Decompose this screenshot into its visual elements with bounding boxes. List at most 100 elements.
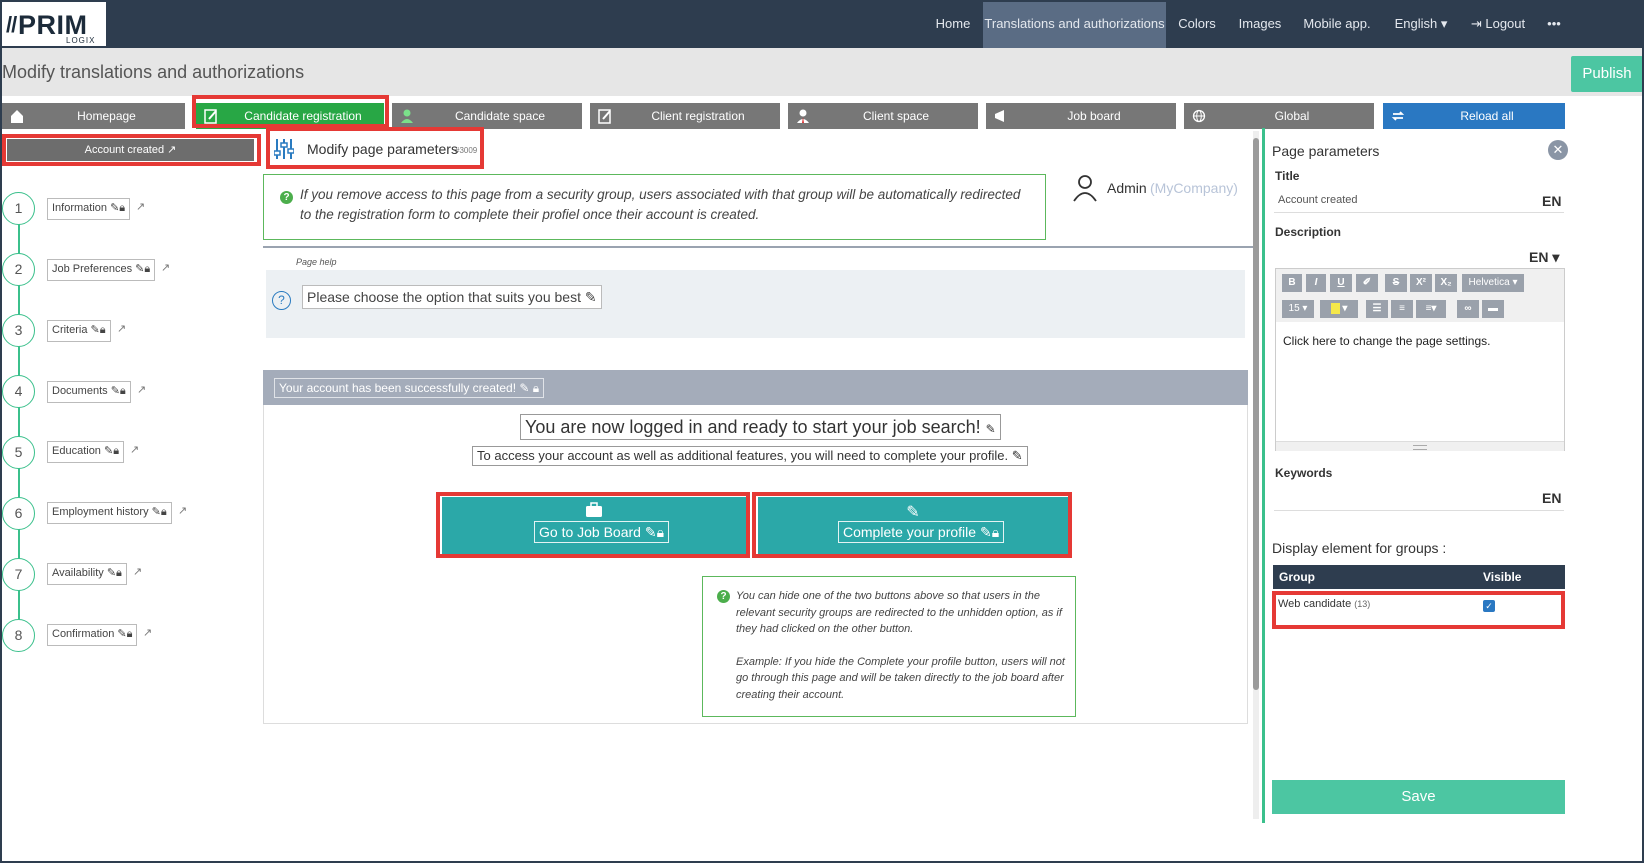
tab-label: Job board (1067, 109, 1121, 123)
tab-label: Homepage (77, 109, 136, 123)
pencil-large-icon: ✎ (906, 504, 920, 521)
nav-colors[interactable]: Colors (1166, 0, 1228, 48)
hide-note-2: Example: If you hide the Complete your p… (736, 655, 1065, 701)
tab-job-board[interactable]: Job board (986, 103, 1176, 129)
lock-icon[interactable]: 🔒︎ (992, 524, 999, 540)
account-created-label: Account created (84, 144, 165, 156)
step-item[interactable]: Education ✎🔒︎ (47, 441, 125, 463)
pencil-lock-icon[interactable]: ✎🔒︎ (108, 385, 126, 397)
modify-page-parameters-button[interactable]: Modify page parameters #3009 (270, 131, 480, 167)
go-to-job-board-button[interactable]: Go to Job Board ✎🔒︎ (442, 497, 746, 554)
font-family-select[interactable]: Helvetica ▾ (1462, 274, 1524, 292)
font-size-select[interactable]: 15 ▾ (1282, 300, 1314, 318)
logged-in-heading[interactable]: You are now logged in and ready to start… (520, 414, 1001, 440)
access-account-text[interactable]: To access your account as well as additi… (472, 446, 1028, 466)
nav-home[interactable]: Home (922, 0, 984, 48)
pencil-lock-icon[interactable]: ✎🔒︎ (101, 445, 119, 457)
tab-global[interactable]: Global (1184, 103, 1374, 129)
keywords-label: Keywords (1275, 466, 1333, 480)
lock-icon[interactable]: 🔒︎ (657, 524, 664, 540)
editor-resize-handle[interactable] (1276, 441, 1564, 451)
title-input[interactable]: Account created (1278, 194, 1358, 206)
subscript-button[interactable]: X₂ (1435, 274, 1457, 292)
superscript-button[interactable]: X² (1410, 274, 1432, 292)
tab-homepage[interactable]: Homepage (2, 103, 185, 129)
tab-candidate-registration[interactable]: Candidate registration (196, 103, 384, 129)
eraser-button[interactable]: ✐ (1356, 274, 1378, 292)
align-dropdown-icon[interactable]: ≡▾ (1416, 300, 1446, 318)
user-tie-icon (797, 109, 809, 123)
tab-label: Client space (862, 109, 930, 123)
pencil-lock-icon[interactable]: ✎🔒︎ (87, 324, 106, 336)
title-label: Title (1275, 169, 1300, 183)
pencil-lock-icon[interactable]: ✎🔒︎ (149, 506, 167, 518)
external-link-icon[interactable]: ↗ (161, 261, 170, 274)
step-item[interactable]: Confirmation ✎🔒︎ (47, 624, 138, 646)
strikethrough-button[interactable]: S (1385, 274, 1407, 292)
access-note-text: If you remove access to this page from a… (300, 187, 1021, 222)
pencil-lock-icon[interactable]: ✎🔒︎ (104, 567, 122, 579)
prim-logix-logo[interactable]: // PRIM LOGIX (2, 2, 106, 46)
italic-button[interactable]: I (1306, 274, 1326, 292)
help-circle-icon: ? (272, 291, 291, 310)
group-name: Web candidate (1278, 598, 1352, 610)
numbered-list-icon[interactable]: ≡ (1391, 300, 1413, 318)
editor-content[interactable]: Click here to change the page settings. (1283, 334, 1490, 348)
external-link-icon[interactable]: ↗ (133, 565, 142, 578)
external-link-icon[interactable]: ↗ (143, 626, 152, 639)
bullet-list-icon[interactable]: ☰ (1366, 300, 1388, 318)
tab-client-space[interactable]: Client space (788, 103, 978, 129)
publish-button[interactable]: Publish (1571, 56, 1643, 92)
nav-logout[interactable]: ⇥ Logout (1460, 0, 1536, 48)
pencil-lock-icon[interactable]: ✎🔒︎ (114, 628, 132, 640)
step-number: 2 (2, 253, 35, 286)
section-divider (263, 246, 1253, 248)
link-icon[interactable]: ∞ (1457, 300, 1479, 318)
sliders-icon (274, 139, 294, 159)
pencil-lock-icon[interactable]: ✎🔒︎ (132, 263, 150, 275)
step-item[interactable]: Documents ✎🔒︎ (47, 381, 131, 403)
save-button[interactable]: Save (1272, 780, 1565, 814)
step-label: Confirmation (52, 628, 115, 640)
keywords-lang[interactable]: EN (1542, 490, 1561, 506)
nav-images[interactable]: Images (1228, 0, 1292, 48)
pencil-lock-icon[interactable]: ✎🔒︎ (107, 202, 125, 214)
step-item[interactable]: Availability ✎🔒︎ (47, 563, 127, 585)
step-item[interactable]: Job Preferences ✎🔒︎ (47, 259, 156, 281)
pencil-icon[interactable]: ✎ (980, 524, 992, 540)
bold-button[interactable]: B (1282, 274, 1302, 292)
external-link-icon[interactable]: ↗ (178, 504, 187, 517)
scrollbar-thumb[interactable] (1253, 138, 1259, 690)
external-link-icon[interactable]: ↗ (136, 200, 145, 213)
description-lang-dropdown[interactable]: EN ▾ (1529, 249, 1559, 266)
nav-language-dropdown[interactable]: English ▾ (1382, 0, 1460, 48)
pencil-icon[interactable]: ✎ (645, 524, 657, 540)
page-help-text[interactable]: Please choose the option that suits you … (302, 285, 602, 309)
underline-button[interactable]: U (1330, 274, 1352, 292)
nav-more-icon[interactable]: ••• (1538, 0, 1570, 48)
pencil-icon[interactable]: ✎ (986, 422, 996, 436)
tab-candidate-space[interactable]: Candidate space (392, 103, 582, 129)
step-item[interactable]: Criteria ✎🔒︎ (47, 320, 111, 342)
step-item[interactable]: Employment history ✎🔒︎ (47, 502, 172, 524)
external-link-icon[interactable]: ↗ (117, 322, 126, 335)
complete-profile-button[interactable]: ✎ Complete your profile ✎🔒︎ (758, 497, 1068, 554)
tab-reload-all[interactable]: Reload all (1383, 103, 1565, 129)
nav-mobile-app[interactable]: Mobile app. (1292, 0, 1382, 48)
tab-client-registration[interactable]: Client registration (590, 103, 780, 129)
pencil-icon[interactable]: ✎ (1012, 448, 1023, 463)
pencil-icon[interactable]: ✎ (585, 289, 597, 305)
close-icon[interactable]: ✕ (1548, 140, 1568, 160)
highlight-color-button[interactable]: ▾ (1320, 300, 1358, 318)
external-link-icon[interactable]: ↗ (130, 443, 139, 456)
embed-icon[interactable]: ▬ (1482, 300, 1504, 318)
nav-translations[interactable]: Translations and authorizations (983, 0, 1166, 48)
lock-icon[interactable]: 🔒︎ (533, 381, 539, 395)
success-text[interactable]: Your account has been successfully creat… (274, 378, 545, 398)
pencil-icon[interactable]: ✎ (519, 381, 529, 395)
visible-checkbox[interactable]: ✓ (1483, 600, 1495, 612)
title-lang[interactable]: EN (1542, 193, 1561, 209)
external-link-icon[interactable]: ↗ (137, 383, 146, 396)
step-item[interactable]: Information ✎🔒︎ (47, 198, 131, 220)
account-created-button[interactable]: Account created ↗ (7, 139, 254, 161)
